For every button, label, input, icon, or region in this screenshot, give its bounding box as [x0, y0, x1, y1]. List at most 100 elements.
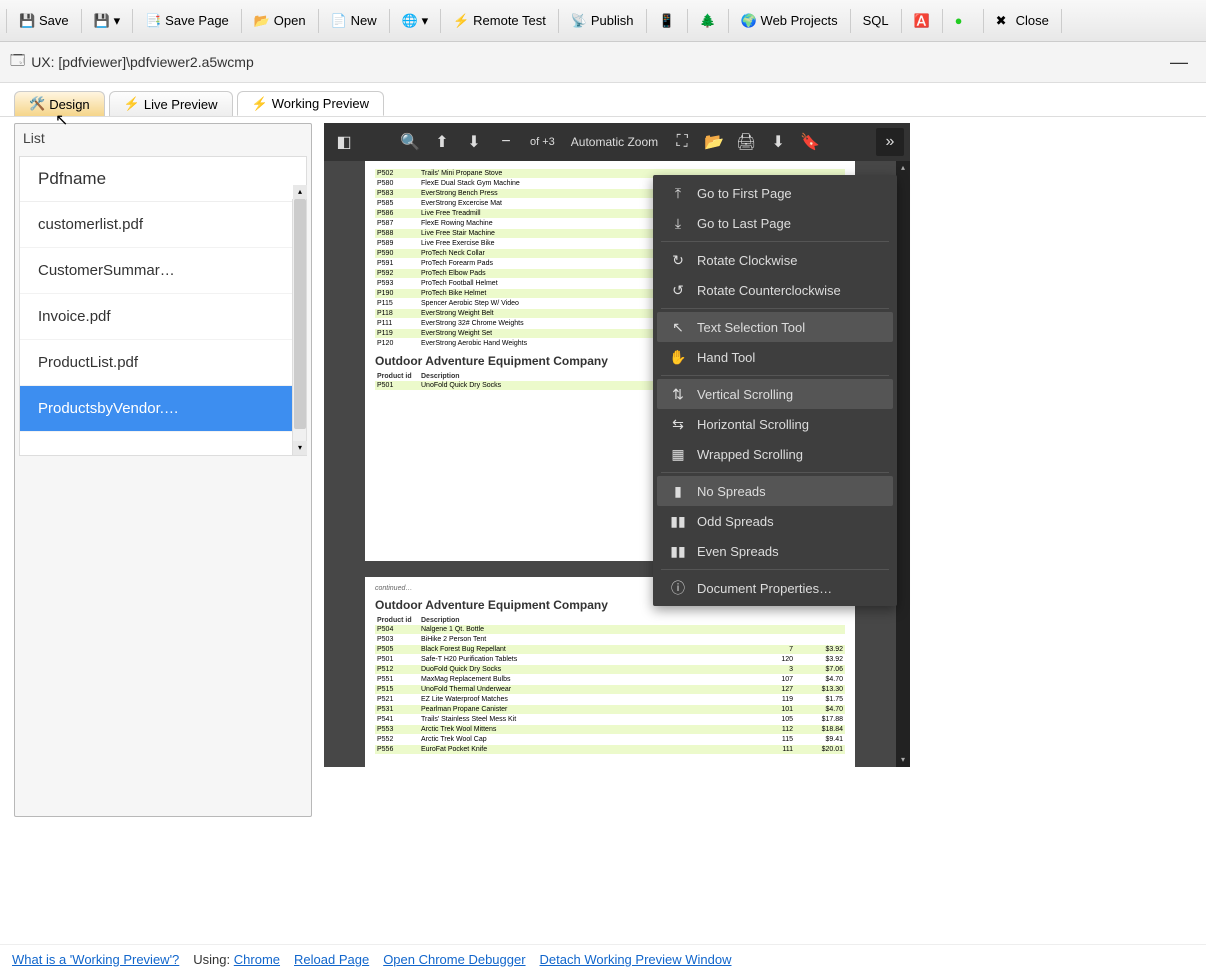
- browser-dropdown[interactable]: 🌐 ▾: [394, 9, 437, 33]
- using-label: Using:: [193, 952, 230, 967]
- col-header: Product id: [377, 373, 421, 380]
- publish-button[interactable]: 📡 Publish: [563, 9, 642, 33]
- menu-item[interactable]: ▮▮ Odd Spreads: [657, 506, 893, 536]
- print-button[interactable]: 🖨: [732, 128, 760, 156]
- browser-link[interactable]: Chrome: [234, 952, 280, 967]
- menu-item[interactable]: ⓘ Document Properties…: [657, 573, 893, 603]
- status-dot-icon: ●: [955, 13, 971, 29]
- page-down-button[interactable]: ⬇: [460, 128, 488, 156]
- menu-item[interactable]: ▮▮Even Spreads: [657, 536, 893, 566]
- status-button[interactable]: ●: [947, 9, 979, 33]
- tab-working-preview[interactable]: ⚡ Working Preview: [237, 91, 384, 116]
- menu-separator: [661, 569, 889, 570]
- menu-item-label: Rotate Clockwise: [697, 253, 797, 268]
- list-item[interactable]: Invoice.pdf: [20, 294, 306, 340]
- page-up-button[interactable]: ⬆: [428, 128, 456, 156]
- pdf-scroll-up[interactable]: ▴: [896, 161, 910, 175]
- list-item[interactable]: customerlist.pdf: [20, 202, 306, 248]
- table-row: P541Trails' Stainless Steel Mess Kit105$…: [375, 715, 845, 724]
- tab-live-label: Live Preview: [144, 97, 218, 112]
- menu-item-label: Horizontal Scrolling: [697, 417, 809, 432]
- tab-live-preview[interactable]: ⚡ Live Preview: [109, 91, 233, 116]
- web-projects-button[interactable]: 🌍 Web Projects: [733, 9, 846, 33]
- even-spreads-icon: ▮▮: [669, 543, 687, 559]
- pdf-scroll-down[interactable]: ▾: [896, 753, 910, 767]
- sidebar-toggle-button[interactable]: ◧: [330, 128, 358, 156]
- menu-item-label: Document Properties…: [697, 581, 832, 596]
- close-button[interactable]: ✖ Close: [988, 9, 1057, 33]
- menu-item[interactable]: ⇅Vertical Scrolling: [657, 379, 893, 409]
- fullscreen-button[interactable]: ⛶: [668, 128, 696, 156]
- save-as-icon: 💾: [94, 13, 110, 29]
- list-scrollbar[interactable]: ▴ ▾: [292, 199, 306, 455]
- table-row: P505Black Forest Bug Repellant7$3.92: [375, 645, 845, 654]
- menu-item[interactable]: ⤓Go to Last Page: [657, 208, 893, 238]
- menu-item-label: Odd Spreads: [697, 514, 774, 529]
- search-button[interactable]: 🔍: [396, 128, 424, 156]
- download-button[interactable]: ⬇: [764, 128, 792, 156]
- open-file-button[interactable]: 📂: [700, 128, 728, 156]
- list-item[interactable]: ProductList.pdf: [20, 340, 306, 386]
- col-header: Product id: [377, 617, 421, 624]
- no-spreads-icon: ▮: [669, 483, 687, 499]
- zoom-out-button[interactable]: −: [492, 128, 520, 156]
- table-row: P556EuroFat Pocket Knife111$20.01: [375, 745, 845, 754]
- odd-spreads-icon: ▮▮: [669, 513, 687, 529]
- mobile-button[interactable]: 📱: [651, 9, 683, 33]
- list-header: Pdfname: [20, 157, 306, 202]
- reload-link[interactable]: Reload Page: [294, 952, 369, 967]
- save-button[interactable]: 💾 Save: [11, 9, 77, 33]
- table-row: P503BiHike 2 Person Tent: [375, 635, 845, 644]
- remote-test-label: Remote Test: [473, 13, 546, 28]
- list-item[interactable]: ProductsbyVendor.…: [20, 386, 306, 432]
- open-button[interactable]: 📂 Open: [246, 9, 314, 33]
- pdf-scrollbar[interactable]: ▴ ▾: [896, 161, 910, 767]
- menu-item[interactable]: ↖Text Selection Tool: [657, 312, 893, 342]
- editor-tabs: 🛠️ Design ⚡ Live Preview ⚡ Working Previ…: [0, 83, 1206, 117]
- new-label: New: [351, 13, 377, 28]
- detach-link[interactable]: Detach Working Preview Window: [540, 952, 732, 967]
- globe-icon: 🌍: [741, 13, 757, 29]
- save-page-label: Save Page: [165, 13, 229, 28]
- menu-item[interactable]: ↻Rotate Clockwise: [657, 245, 893, 275]
- menu-item[interactable]: ↺Rotate Counterclockwise: [657, 275, 893, 305]
- menu-item[interactable]: ✋Hand Tool: [657, 342, 893, 372]
- menu-item[interactable]: ⇆Horizontal Scrolling: [657, 409, 893, 439]
- scroll-down-button[interactable]: ▾: [293, 441, 307, 455]
- pdf-toolbar: ◧ 🔍 ⬆ ⬇ − of +3 Automatic Zoom ⛶ 📂 🖨 ⬇ 🔖…: [324, 123, 910, 161]
- debugger-link[interactable]: Open Chrome Debugger: [383, 952, 525, 967]
- tab-design[interactable]: 🛠️ Design: [14, 91, 105, 116]
- menu-item-label: Text Selection Tool: [697, 320, 805, 335]
- new-icon: 📄: [331, 13, 347, 29]
- font-icon: 🅰️: [914, 13, 930, 29]
- close-icon: ✖: [996, 13, 1012, 29]
- new-button[interactable]: 📄 New: [323, 9, 385, 33]
- menu-item[interactable]: ▦Wrapped Scrolling: [657, 439, 893, 469]
- tools-menu-button[interactable]: »: [876, 128, 904, 156]
- scroll-thumb[interactable]: [294, 199, 306, 429]
- menu-item-label: Wrapped Scrolling: [697, 447, 803, 462]
- remote-test-button[interactable]: ⚡ Remote Test: [445, 9, 554, 33]
- scroll-up-button[interactable]: ▴: [293, 185, 307, 199]
- hand-icon: ✋: [669, 349, 687, 365]
- what-is-link[interactable]: What is a 'Working Preview'?: [12, 952, 179, 967]
- save-page-button[interactable]: 📑 Save Page: [137, 9, 237, 33]
- list-panel: List Pdfname customerlist.pdfCustomerSum…: [14, 123, 312, 817]
- menu-separator: [661, 308, 889, 309]
- zoom-select[interactable]: Automatic Zoom: [565, 135, 664, 149]
- menu-item[interactable]: ▮No Spreads: [657, 476, 893, 506]
- menu-item[interactable]: ⤒Go to First Page: [657, 178, 893, 208]
- open-icon: 📂: [254, 13, 270, 29]
- save-dropdown-button[interactable]: 💾▾: [86, 9, 129, 33]
- bookmark-button[interactable]: 🔖: [796, 128, 824, 156]
- info-icon: ⓘ: [669, 580, 687, 596]
- main-area: List Pdfname customerlist.pdfCustomerSum…: [0, 117, 1206, 817]
- minimize-button[interactable]: —: [1162, 52, 1196, 73]
- sql-button[interactable]: SQL: [855, 9, 897, 32]
- font-button[interactable]: 🅰️: [906, 9, 938, 33]
- chrome-icon: 🌐: [402, 13, 418, 29]
- list-item[interactable]: CustomerSummar…: [20, 248, 306, 294]
- table-row: P515UnoFold Thermal Underwear127$13.30: [375, 685, 845, 694]
- footer-bar: What is a 'Working Preview'? Using: Chro…: [0, 944, 1206, 974]
- tree-button[interactable]: 🌲: [692, 9, 724, 33]
